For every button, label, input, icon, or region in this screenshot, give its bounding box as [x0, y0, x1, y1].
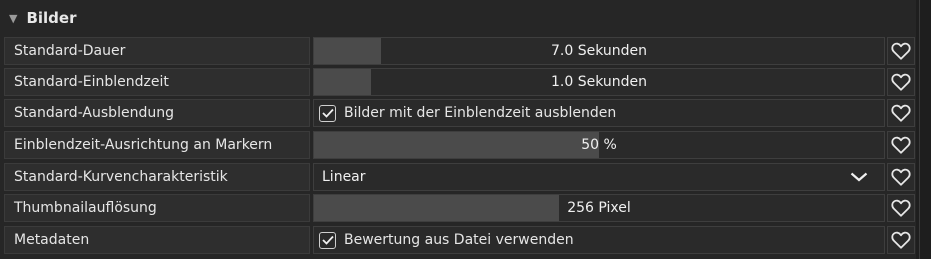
checkbox-label[interactable]: Bewertung aus Datei verwenden	[344, 232, 574, 248]
row-standard-ausblendung: Standard-Ausblendung Bilder mit der Einb…	[0, 98, 916, 128]
heart-outline-icon	[891, 168, 911, 186]
thumbnail-resolution-slider[interactable]: 256 Pixel	[313, 194, 885, 222]
favorite-button[interactable]	[887, 37, 915, 65]
triangle-down-icon[interactable]: ▼	[9, 12, 17, 25]
slider-value: 7.0 Sekunden	[550, 43, 647, 59]
heart-outline-icon	[891, 73, 911, 91]
settings-panel: ▼ Bilder Standard-Dauer 7.0 Sekunden Sta…	[0, 0, 916, 259]
fade-in-slider[interactable]: 1.0 Sekunden	[313, 68, 885, 96]
slider-value: 50 %	[581, 137, 617, 153]
checkbox-label[interactable]: Bilder mit der Einblendzeit ausblenden	[344, 105, 616, 121]
favorite-button[interactable]	[887, 194, 915, 222]
favorite-button[interactable]	[887, 131, 915, 159]
row-marker-alignment: Einblendzeit-Ausrichtung an Markern 50 %	[0, 130, 916, 160]
favorite-button[interactable]	[887, 226, 915, 254]
row-standard-einblendzeit: Standard-Einblendzeit 1.0 Sekunden	[0, 67, 916, 97]
section-header-bilder[interactable]: ▼ Bilder	[0, 0, 916, 36]
row-label: Standard-Ausblendung	[4, 99, 310, 127]
favorite-button[interactable]	[887, 163, 915, 191]
row-label: Standard-Dauer	[4, 37, 310, 65]
chevron-down-icon[interactable]	[850, 172, 868, 182]
fade-out-checkbox[interactable]	[319, 104, 336, 122]
row-label: Standard-Einblendzeit	[4, 68, 310, 96]
checkmark-icon	[321, 108, 334, 118]
row-label: Thumbnailauflösung	[4, 194, 310, 222]
favorite-button[interactable]	[887, 99, 915, 127]
checkbox-row[interactable]: Bewertung aus Datei verwenden	[319, 227, 574, 253]
row-curve-characteristic: Standard-Kurvencharakteristik Linear	[0, 162, 916, 192]
heart-outline-icon	[891, 199, 911, 217]
heart-outline-icon	[891, 42, 911, 60]
rating-from-file-checkbox[interactable]	[319, 231, 336, 249]
dropdown-value: Linear	[322, 169, 366, 185]
slider-value: 1.0 Sekunden	[550, 74, 647, 90]
duration-slider[interactable]: 7.0 Sekunden	[313, 37, 885, 65]
section-title: Bilder	[26, 9, 77, 27]
row-label: Metadaten	[4, 226, 310, 254]
heart-outline-icon	[891, 104, 911, 122]
fade-out-control: Bilder mit der Einblendzeit ausblenden	[313, 99, 885, 127]
slider-value: 256 Pixel	[567, 200, 631, 216]
heart-outline-icon	[891, 136, 911, 154]
marker-alignment-slider[interactable]: 50 %	[313, 131, 885, 159]
curve-dropdown[interactable]: Linear	[313, 163, 885, 191]
metadata-control: Bewertung aus Datei verwenden	[313, 226, 885, 254]
heart-outline-icon	[891, 231, 911, 249]
row-thumbnail-resolution: Thumbnailauflösung 256 Pixel	[0, 193, 916, 223]
scrollbar-divider	[919, 0, 920, 259]
row-label: Standard-Kurvencharakteristik	[4, 163, 310, 191]
checkbox-row[interactable]: Bilder mit der Einblendzeit ausblenden	[319, 100, 616, 126]
checkmark-icon	[321, 235, 334, 245]
row-label: Einblendzeit-Ausrichtung an Markern	[4, 131, 310, 159]
scrollbar-track[interactable]	[916, 0, 931, 259]
row-metadaten: Metadaten Bewertung aus Datei verwenden	[0, 225, 916, 255]
favorite-button[interactable]	[887, 68, 915, 96]
row-standard-dauer: Standard-Dauer 7.0 Sekunden	[0, 36, 916, 66]
